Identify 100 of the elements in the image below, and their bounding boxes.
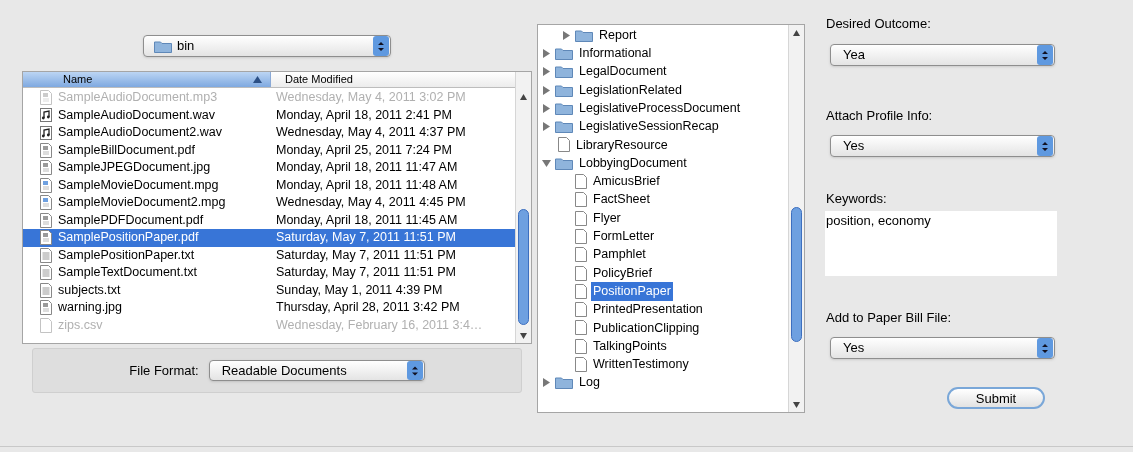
- file-row[interactable]: subjects.txt Sunday, May 1, 2011 4:39 PM: [23, 281, 515, 299]
- disclosure-triangle-icon[interactable]: [542, 103, 551, 113]
- file-name: SampleMovieDocument2.mpg: [58, 194, 226, 212]
- text-document-icon: [40, 247, 52, 263]
- movie-document-icon: [40, 177, 52, 193]
- tree-item[interactable]: PositionPaper: [591, 281, 673, 301]
- tree-item[interactable]: Informational: [577, 44, 654, 63]
- music-note-icon: [40, 108, 52, 123]
- file-row[interactable]: warning.jpg Thursday, April 28, 2011 3:42 PM: [23, 299, 515, 317]
- file-row[interactable]: SampleTextDocument.txt Saturday, May 7, 2011 11:51 PM: [23, 264, 515, 282]
- stepper-arrows-icon: [1037, 338, 1053, 358]
- document-icon: [575, 174, 587, 189]
- document-icon: [575, 247, 587, 263]
- tree-item[interactable]: PublicationClipping: [591, 318, 702, 338]
- disclosure-triangle-icon[interactable]: [562, 30, 571, 40]
- document-icon: [40, 142, 52, 158]
- document-icon: [40, 212, 52, 228]
- file-row[interactable]: SampleMovieDocument.mpg Monday, April 18, 2011 11:48 AM: [23, 176, 515, 194]
- sort-arrow-icon: [253, 76, 262, 83]
- disclosure-triangle-icon[interactable]: [542, 85, 551, 95]
- file-row[interactable]: SamplePositionPaper.pdf Saturday, May 7, 2011 11:51 PM: [23, 229, 515, 247]
- folder-icon: [154, 39, 172, 53]
- disclosure-triangle-icon[interactable]: [542, 48, 551, 58]
- file-date: Saturday, May 7, 2011 11:51 PM: [275, 246, 456, 264]
- text-document-icon: [40, 265, 52, 281]
- scroll-thumb[interactable]: [518, 209, 529, 325]
- tree-item[interactable]: PolicyBrief: [591, 263, 655, 283]
- file-name: SampleJPEGDocument.jpg: [58, 159, 211, 177]
- tree-item[interactable]: LibraryResource: [574, 135, 670, 155]
- file-row[interactable]: SampleMovieDocument2.mpg Wednesday, May 4, 2011 4:45 PM: [23, 194, 515, 212]
- popup-button[interactable]: Yea: [830, 43, 1055, 66]
- file-date: Thursday, April 28, 2011 3:42 PM: [275, 299, 460, 317]
- tree-item[interactable]: Report: [597, 25, 639, 45]
- disclosure-triangle-icon[interactable]: [542, 158, 551, 168]
- file-name: SamplePositionPaper.txt: [58, 246, 195, 264]
- document-icon: [40, 90, 52, 106]
- document-icon: [575, 210, 587, 226]
- file-date: Monday, April 18, 2011 11:48 AM: [275, 176, 458, 194]
- document-icon: [40, 300, 52, 316]
- tree-item[interactable]: AmicusBrief: [591, 172, 662, 191]
- document-icon: [575, 338, 587, 354]
- disclosure-triangle-icon[interactable]: [542, 378, 551, 388]
- tree-item[interactable]: LobbyingDocument: [577, 153, 689, 173]
- file-row[interactable]: SampleAudioDocument2.wav Wednesday, May 4, 2011 4:37 PM: [23, 124, 515, 142]
- file-name: zips.csv: [58, 316, 103, 334]
- tree-item[interactable]: LegislativeSessionRecap: [577, 117, 721, 136]
- file-date: Monday, April 18, 2011 11:47 AM: [275, 159, 458, 177]
- file-row[interactable]: SampleJPEGDocument.jpg Monday, April 18, 2011 11:47 AM: [23, 159, 515, 177]
- submit-button[interactable]: Submit: [947, 387, 1045, 409]
- scroll-up-arrow-icon[interactable]: [793, 30, 800, 36]
- stepper-arrows-icon: [373, 36, 389, 56]
- scroll-thumb[interactable]: [791, 207, 802, 342]
- scrollbar[interactable]: [788, 25, 804, 412]
- file-row[interactable]: SampleAudioDocument.wav Monday, April 18, 2011 2:41 PM: [23, 106, 515, 124]
- document-icon: [40, 230, 52, 246]
- field-label: File Format:: [129, 361, 199, 380]
- folder-icon: [575, 28, 593, 42]
- tree-item[interactable]: FactSheet: [591, 190, 652, 210]
- tree-item[interactable]: Pamphlet: [591, 245, 648, 265]
- keywords-field[interactable]: position, economy: [825, 210, 1057, 276]
- document-icon: [575, 320, 587, 336]
- popup-button[interactable]: Readable Documents: [208, 360, 425, 381]
- folder-icon: [555, 120, 573, 134]
- tree-item[interactable]: LegislativeProcessDocument: [577, 98, 743, 118]
- file-date: Wednesday, May 4, 2011 3:02 PM: [275, 89, 466, 107]
- file-row[interactable]: SampleBillDocument.pdf Monday, April 25, 2011 7:24 PM: [23, 141, 515, 159]
- file-row[interactable]: SamplePDFDocument.pdf Monday, April 18, 2011 11:45 AM: [23, 211, 515, 229]
- scroll-down-arrow-icon[interactable]: [520, 333, 527, 339]
- scroll-up-arrow-icon[interactable]: [520, 94, 527, 100]
- document-icon: [40, 317, 52, 333]
- tree-item[interactable]: Flyer: [591, 208, 623, 228]
- file-name: SampleAudioDocument.mp3: [58, 89, 218, 107]
- tree-item[interactable]: Log: [577, 373, 602, 393]
- scrollbar[interactable]: [515, 72, 531, 343]
- popup-button[interactable]: Yes: [830, 135, 1055, 157]
- file-row[interactable]: SamplePositionPaper.txt Saturday, May 7, 2011 11:51 PM: [23, 246, 515, 264]
- tree-item[interactable]: LegislationRelated: [577, 80, 684, 100]
- file-name: SampleAudioDocument2.wav: [58, 124, 222, 142]
- folder-icon: [555, 376, 573, 390]
- tree-item[interactable]: FormLetter: [591, 227, 657, 246]
- scroll-down-arrow-icon[interactable]: [793, 402, 800, 408]
- file-name: subjects.txt: [58, 281, 121, 299]
- file-date: Wednesday, May 4, 2011 4:45 PM: [275, 194, 466, 212]
- file-name: SampleBillDocument.pdf: [58, 141, 195, 159]
- disclosure-triangle-icon[interactable]: [542, 122, 551, 132]
- file-name: SampleMovieDocument.mpg: [58, 176, 219, 194]
- tree-item[interactable]: WrittenTestimony: [591, 355, 691, 374]
- movie-document-icon: [40, 195, 52, 211]
- popup-button[interactable]: Yes: [830, 337, 1055, 359]
- popup-button[interactable]: bin: [143, 35, 391, 57]
- tree-item[interactable]: TalkingPoints: [591, 336, 669, 356]
- column-header[interactable]: Name: [23, 72, 271, 87]
- disclosure-triangle-icon[interactable]: [542, 67, 551, 77]
- tree-item[interactable]: LegalDocument: [577, 62, 669, 82]
- file-name: SampleTextDocument.txt: [58, 264, 197, 282]
- field-label: Desired Outcome:: [825, 15, 932, 33]
- column-header[interactable]: Date Modified: [271, 72, 515, 87]
- document-icon: [40, 160, 52, 176]
- tree-item[interactable]: PrintedPresentation: [591, 300, 705, 319]
- folder-icon: [555, 156, 573, 170]
